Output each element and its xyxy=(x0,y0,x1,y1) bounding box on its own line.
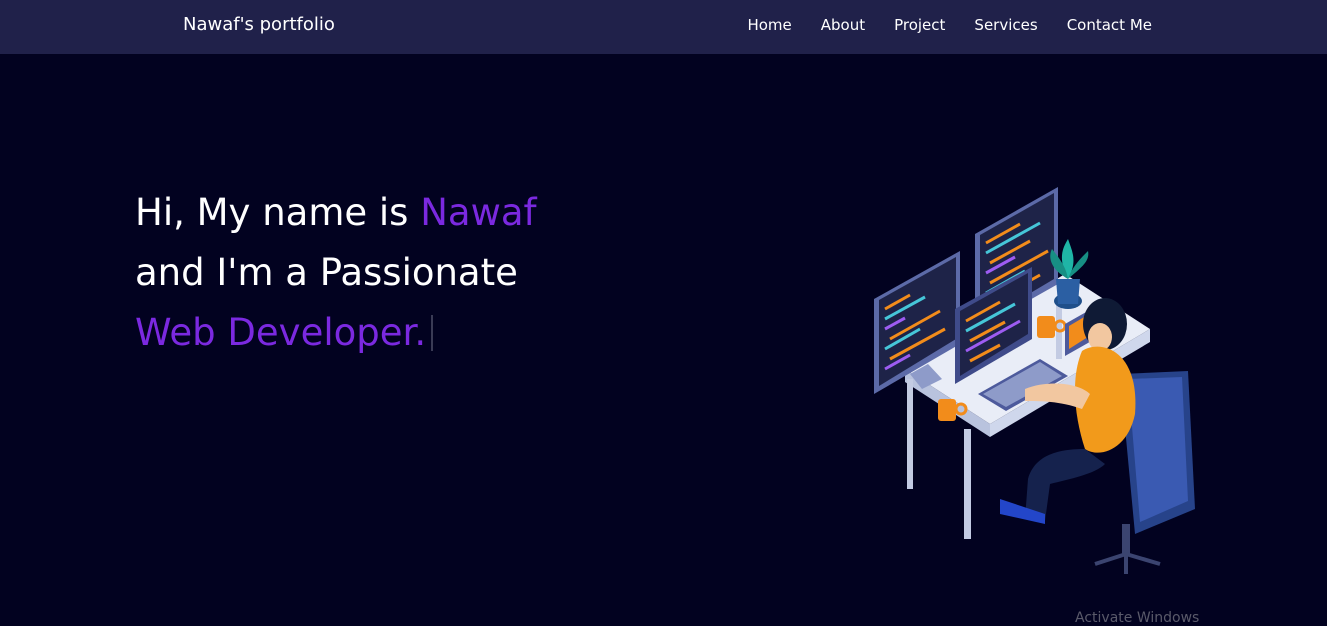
hero-line-1: Hi, My name is Nawaf xyxy=(135,183,537,243)
nav-link-services[interactable]: Services xyxy=(974,16,1037,34)
hero-greeting: Hi, My name is xyxy=(135,191,421,234)
nav-link-home[interactable]: Home xyxy=(747,16,791,34)
nav-link-about[interactable]: About xyxy=(821,16,865,34)
hero-line-3: Web Developer. xyxy=(135,303,537,363)
nav-link-contact[interactable]: Contact Me xyxy=(1067,16,1152,34)
hero-line-2: and I'm a Passionate xyxy=(135,251,518,294)
hero-name: Nawaf xyxy=(420,191,537,234)
typing-cursor xyxy=(431,315,434,351)
hero-section: Hi, My name is Nawaf and I'm a Passionat… xyxy=(0,54,1327,626)
brand-logo-text[interactable]: Nawaf's portfolio xyxy=(183,14,335,35)
nav-links: Home About Project Services Contact Me xyxy=(718,16,1152,34)
hero-heading: Hi, My name is Nawaf and I'm a Passionat… xyxy=(135,183,537,363)
top-navbar: Nawaf's portfolio Home About Project Ser… xyxy=(0,0,1327,54)
developer-at-desk-illustration xyxy=(874,187,1195,574)
nav-link-project[interactable]: Project xyxy=(894,16,945,34)
hero-role: Web Developer. xyxy=(135,311,427,354)
activate-windows-watermark: Activate Windows xyxy=(1075,610,1200,626)
